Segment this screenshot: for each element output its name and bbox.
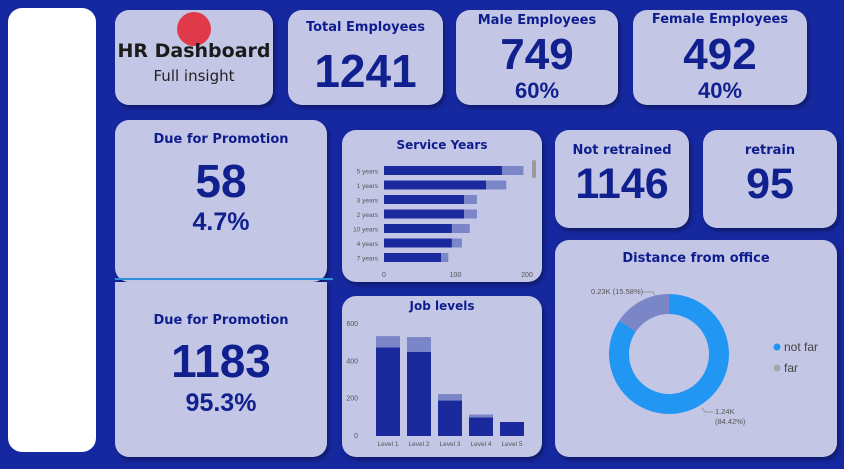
service-years-bar [451, 224, 470, 233]
near-label-leader [701, 407, 713, 413]
job-levels-category-label: Level 1 [378, 441, 399, 448]
retrain-value: 95 [746, 160, 794, 208]
service-years-category-label: 2 years [357, 212, 379, 219]
service-years-category-label: 1 years [357, 183, 379, 190]
female-employees-pct: 40% [697, 78, 743, 103]
side-panel [8, 8, 96, 452]
promotion-due-pct: 4.7% [192, 208, 250, 236]
distance-donut-chart: 0.23K (15.58%) 1.24K (84.42%) not far fa… [591, 287, 818, 426]
job-levels-bar [469, 417, 493, 436]
job-levels-bar [500, 422, 524, 436]
total-employees-label: Total Employees [305, 20, 425, 35]
job-levels-category-label: Level 4 [471, 441, 492, 448]
service-years-tick-label: 100 [450, 272, 462, 279]
service-years-bar [384, 195, 465, 204]
job-levels-tick-label: 200 [346, 396, 358, 403]
service-years-scrollbar [532, 160, 536, 178]
job-levels-bar [376, 336, 400, 348]
service-years-bar [384, 180, 487, 190]
job-levels-category-label: Level 2 [409, 441, 430, 448]
job-levels-chart: 0 200 400 600 Level 1 Level 2 Level 3 Level 4 Le… [346, 321, 524, 448]
not-retrained-card: Not retrained 1146 [555, 130, 689, 228]
service-years-card: Service Years 5 years 1 years 3 years 2 yea… [342, 130, 542, 282]
legend-far-label: far [784, 361, 798, 375]
service-years-bar [464, 209, 477, 219]
female-employees-label: Female Employees [651, 12, 789, 27]
promotion-not-due-label: Due for Promotion [153, 313, 289, 328]
total-employees-value: 1241 [314, 45, 417, 97]
page-subtitle: Full insight [153, 67, 235, 85]
promotion-due-value: 58 [195, 155, 247, 207]
page-title: HR Dashboard [117, 40, 271, 62]
service-years-bar [486, 180, 507, 190]
job-levels-tick-label: 600 [346, 321, 358, 328]
job-levels-bar [407, 352, 431, 436]
job-levels-bar [469, 414, 493, 418]
service-years-bar [464, 195, 477, 204]
service-years-chart: 5 years 1 years 3 years 2 years 10 years 4 ye… [353, 160, 536, 279]
promotion-not-due-pct: 95.3% [185, 389, 257, 417]
service-years-bar [384, 209, 465, 219]
not-retrained-value: 1146 [575, 160, 669, 208]
distance-card: Distance from office 0.23K (15.58%) 1.24… [555, 240, 837, 457]
job-levels-tick-label: 400 [346, 358, 358, 365]
promotion-not-due-value: 1183 [171, 335, 271, 387]
male-employees-pct: 60% [514, 78, 560, 103]
service-years-category-label: 3 years [357, 198, 379, 205]
job-levels-category-label: Level 5 [502, 441, 523, 448]
promotion-due-label: Due for Promotion [153, 132, 289, 147]
male-employees-value: 749 [500, 30, 574, 79]
divider-line [115, 278, 333, 280]
near-data-label-value: 1.24K [715, 407, 735, 416]
near-data-label-pct: (84.42%) [715, 417, 746, 426]
service-years-bar [441, 253, 449, 262]
retrain-label: retrain [744, 143, 796, 158]
service-years-bar [384, 166, 502, 175]
male-employees-label: Male Employees [477, 13, 597, 28]
service-years-bar [384, 224, 452, 233]
female-employees-card: Female Employees 492 40% [633, 10, 807, 105]
promotion-due-card: Due for Promotion 58 4.7% [115, 120, 327, 282]
promotion-not-due-card: Due for Promotion 1183 95.3% [115, 282, 327, 457]
service-years-tick-label: 200 [521, 272, 533, 279]
job-levels-bar [438, 394, 462, 401]
service-years-bar [501, 166, 524, 175]
job-levels-bar [407, 337, 431, 352]
legend-not-far-label: not far [784, 340, 818, 354]
not-retrained-label: Not retrained [572, 143, 672, 158]
service-years-bar [451, 238, 462, 248]
job-levels-tick-label: 0 [354, 433, 358, 440]
retrain-card: retrain 95 [703, 130, 837, 228]
service-years-category-label: 4 years [357, 241, 379, 248]
service-years-tick-label: 0 [382, 272, 386, 279]
title-card: HR Dashboard Full insight [115, 10, 273, 105]
female-employees-value: 492 [683, 30, 757, 79]
legend-not-far-dot [773, 343, 781, 351]
total-employees-card: Total Employees 1241 [288, 10, 443, 105]
service-years-bar [384, 253, 442, 262]
job-levels-card: Job levels 0 200 400 600 Level 1 Level 2 Level… [342, 296, 542, 457]
job-levels-bar [376, 347, 400, 436]
job-levels-category-label: Level 3 [440, 441, 461, 448]
legend-far-dot [773, 364, 781, 372]
service-years-category-label: 7 years [357, 256, 379, 263]
service-years-bar [384, 238, 452, 248]
job-levels-bar [438, 400, 462, 436]
male-employees-card: Male Employees 749 60% [456, 10, 618, 105]
service-years-category-label: 5 years [357, 169, 379, 176]
far-data-label: 0.23K (15.58%) [591, 287, 644, 296]
service-years-category-label: 10 years [353, 227, 379, 234]
